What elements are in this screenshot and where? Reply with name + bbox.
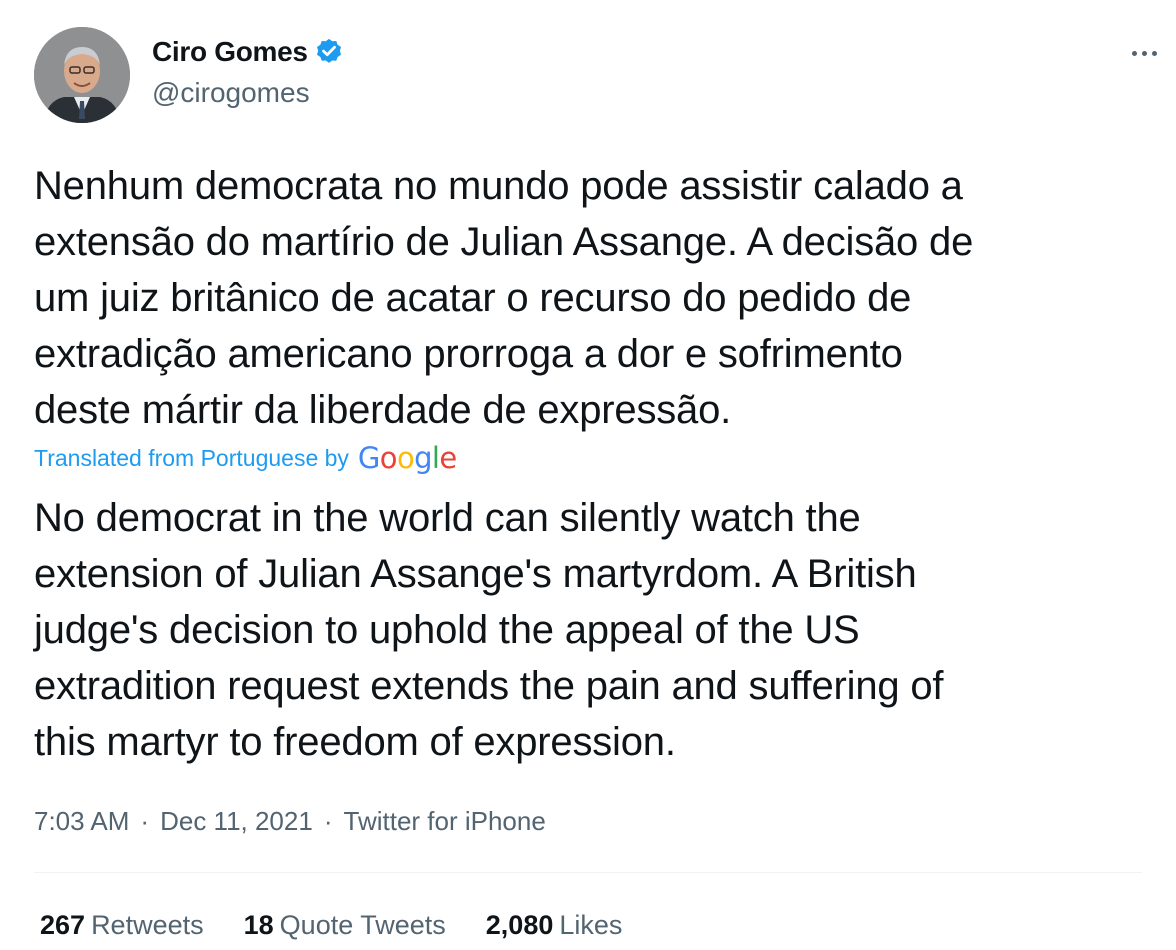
tweet-original-text: Nenhum democrata no mundo pode assistir … — [34, 164, 974, 432]
author-name[interactable]: Ciro Gomes — [152, 34, 308, 70]
tweet-source[interactable]: Twitter for iPhone — [344, 803, 546, 839]
meta-separator: · — [140, 806, 150, 836]
more-options-icon[interactable] — [1128, 44, 1162, 64]
quote-tweets-label: Quote Tweets — [279, 910, 446, 940]
tweet-card: Ciro Gomes @cirogomes Nenhum democrata n… — [0, 0, 1176, 950]
translated-from-link[interactable]: Translated from Portuguese by Google — [34, 440, 457, 476]
tweet-meta: 7:03 AM · Dec 11, 2021 · Twitter for iPh… — [34, 803, 546, 839]
tweet-stats: 267 Retweets 18 Quote Tweets 2,080 Likes — [40, 906, 662, 944]
retweets-count: 267 — [40, 910, 86, 940]
retweets-label: Retweets — [91, 910, 204, 940]
likes-stat[interactable]: 2,080 Likes — [486, 906, 623, 944]
divider — [34, 872, 1142, 873]
likes-count: 2,080 — [485, 910, 554, 940]
likes-label: Likes — [559, 910, 623, 940]
tweet-translation-text: No democrat in the world can silently wa… — [34, 496, 944, 764]
google-logo: Google — [357, 441, 457, 475]
avatar[interactable] — [34, 27, 130, 123]
meta-separator: · — [323, 806, 333, 836]
verified-badge-icon — [314, 37, 344, 67]
retweets-stat[interactable]: 267 Retweets — [40, 906, 204, 944]
author-row: Ciro Gomes — [152, 34, 344, 70]
quote-tweets-count: 18 — [243, 910, 274, 940]
translated-label: Translated from Portuguese by — [34, 444, 349, 471]
quote-tweets-stat[interactable]: 18 Quote Tweets — [244, 906, 446, 944]
tweet-date[interactable]: Dec 11, 2021 — [160, 803, 313, 839]
tweet-time[interactable]: 7:03 AM — [34, 803, 129, 839]
author-handle[interactable]: @cirogomes — [152, 76, 310, 110]
